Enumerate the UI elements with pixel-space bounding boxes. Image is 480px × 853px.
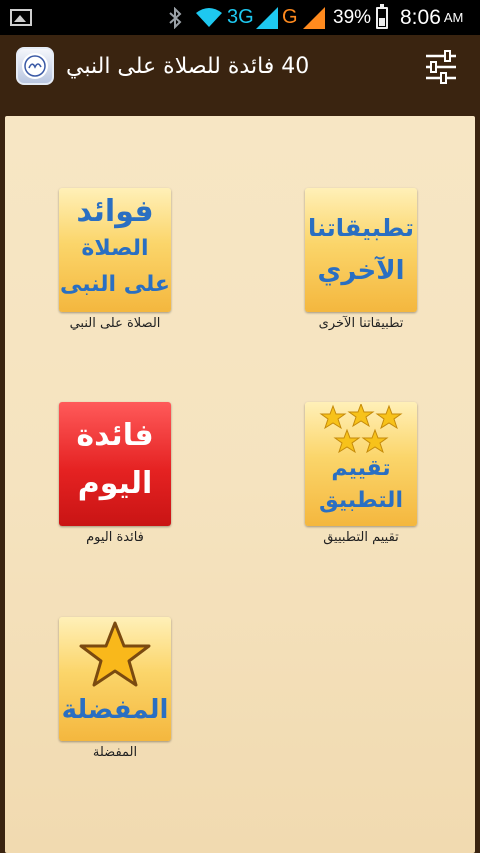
network-3g-label: 3G [227, 6, 254, 28]
settings-sliders-icon[interactable] [422, 49, 460, 85]
tile-image-text: فوائد [76, 194, 154, 229]
rate-app-icon: تقييم التطبيق [305, 402, 417, 526]
tile-label: الصلاة على النبي [69, 316, 161, 331]
app-logo-icon[interactable] [16, 47, 54, 85]
clock-time: 8:06 [400, 5, 441, 29]
tile-image-text: الصلاة [81, 236, 149, 261]
star-icon [79, 621, 151, 687]
wifi-icon [196, 0, 222, 35]
tile-image-text: التطبيق [318, 488, 403, 513]
battery-icon [376, 0, 388, 35]
tile-image-text: فائدة [76, 418, 154, 453]
tile-label: تطبيقاتنا الآخرى [318, 316, 404, 331]
app-title: 40 فائدة للصلاة على النبي [66, 54, 310, 79]
daily-benefit-icon: فائدة اليوم [59, 402, 171, 526]
clock-ampm: AM [443, 10, 464, 25]
tile-label: فائدة اليوم [86, 530, 144, 545]
battery-percent: 39% [333, 6, 372, 28]
benefits-icon: فوائد الصلاة على النبى [59, 188, 171, 312]
favorites-icon: المفضلة [59, 617, 171, 741]
tile-image-text: تقييم [331, 456, 391, 481]
tile-image-text: المفضلة [61, 695, 169, 725]
tile-image-text: اليوم [77, 466, 153, 501]
bluetooth-icon [168, 0, 182, 35]
gallery-notification-icon [10, 0, 32, 35]
other-apps-icon: تطبيقاتنا الآخري [305, 188, 417, 312]
stars-icon [320, 404, 402, 453]
network-g-label: G [282, 6, 298, 28]
action-bar: 40 فائدة للصلاة على النبي [0, 35, 480, 99]
tile-image-text: على النبى [60, 272, 170, 297]
status-bar: 3G G 39% 8:06 AM [0, 0, 480, 35]
signal-strength-icon [256, 0, 278, 35]
signal-strength-icon [303, 0, 325, 35]
tile-label: المفضلة [92, 745, 138, 760]
main-grid: فوائد الصلاة على النبى الصلاة على النبي … [5, 116, 475, 853]
clock: 8:06 AM [400, 0, 463, 35]
tile-image-text: تطبيقاتنا [307, 214, 415, 242]
tile-image-text: الآخري [317, 256, 405, 286]
tile-label: تقييم التطبييق [323, 530, 399, 545]
